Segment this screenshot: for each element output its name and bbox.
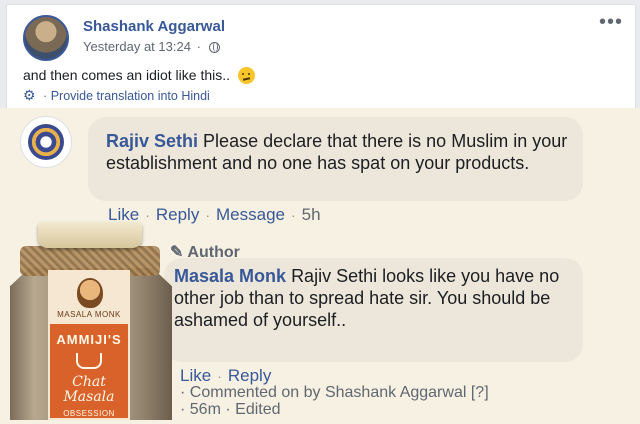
jar-label: MASALA MONK AMMIJI'S Chat Masala OBSESSI… xyxy=(48,270,130,420)
gear-icon[interactable]: ⚙ xyxy=(23,87,36,103)
message-link[interactable]: Message xyxy=(216,205,285,224)
more-icon[interactable]: ••• xyxy=(599,12,623,32)
globe-icon[interactable] xyxy=(208,42,220,53)
reply-bubble: Masala Monk Rajiv Sethi looks like you h… xyxy=(164,258,583,362)
post-text: and then comes an idiot like this.. xyxy=(23,67,231,83)
reply-text-block: Masala Monk Rajiv Sethi looks like you h… xyxy=(174,265,574,331)
commented-on-row: · Commented on by Shashank Aggarwal [?] xyxy=(180,384,489,401)
post-body: and then comes an idiot like this.. xyxy=(23,67,255,84)
reply-actions: Like · Reply xyxy=(180,366,272,385)
label-portrait xyxy=(77,278,103,308)
commented-on-text: Commented on by Shashank Aggarwal xyxy=(189,384,467,401)
author-avatar[interactable] xyxy=(23,15,69,61)
commenter-avatar[interactable] xyxy=(20,116,72,168)
edited-label[interactable]: Edited xyxy=(235,401,280,418)
post-timestamp-row: Yesterday at 13:24 · xyxy=(83,39,220,54)
comment-author-name[interactable]: Rajiv Sethi xyxy=(106,131,198,151)
product-jar-image: MASALA MONK AMMIJI'S Chat Masala OBSESSI… xyxy=(10,222,172,420)
reply-time-row: · 56m · Edited xyxy=(180,401,281,418)
post-author-name[interactable]: Shashank Aggarwal xyxy=(83,18,225,35)
reply-time[interactable]: 56m xyxy=(190,401,221,418)
comment-time[interactable]: 5h xyxy=(302,205,321,224)
mandala-logo xyxy=(28,124,64,160)
label-sub: OBSESSION xyxy=(63,409,115,418)
post-card: Shashank Aggarwal Yesterday at 13:24 · •… xyxy=(6,4,636,110)
reply-like-link[interactable]: Like xyxy=(180,366,211,385)
jar-lid xyxy=(38,222,142,248)
label-name: AMMIJI'S xyxy=(56,332,122,347)
post-timestamp[interactable]: Yesterday at 13:24 xyxy=(83,39,191,54)
reply-author-name[interactable]: Masala Monk xyxy=(174,266,286,286)
reply-reply-link[interactable]: Reply xyxy=(228,366,271,385)
label-header: MASALA MONK xyxy=(50,272,128,324)
help-link[interactable]: [?] xyxy=(471,384,489,401)
comment-text-block: Rajiv Sethi Please declare that there is… xyxy=(106,130,576,174)
confused-emoji-icon xyxy=(237,67,255,84)
label-brand: MASALA MONK xyxy=(57,310,121,319)
label-product: Chat Masala xyxy=(63,374,115,405)
translate-row[interactable]: ⚙ · Provide translation into Hindi xyxy=(23,87,210,104)
comment-bubble: Rajiv Sethi Please declare that there is… xyxy=(88,117,583,201)
translate-link[interactable]: Provide translation into Hindi xyxy=(51,89,210,103)
cup-icon xyxy=(76,353,102,369)
